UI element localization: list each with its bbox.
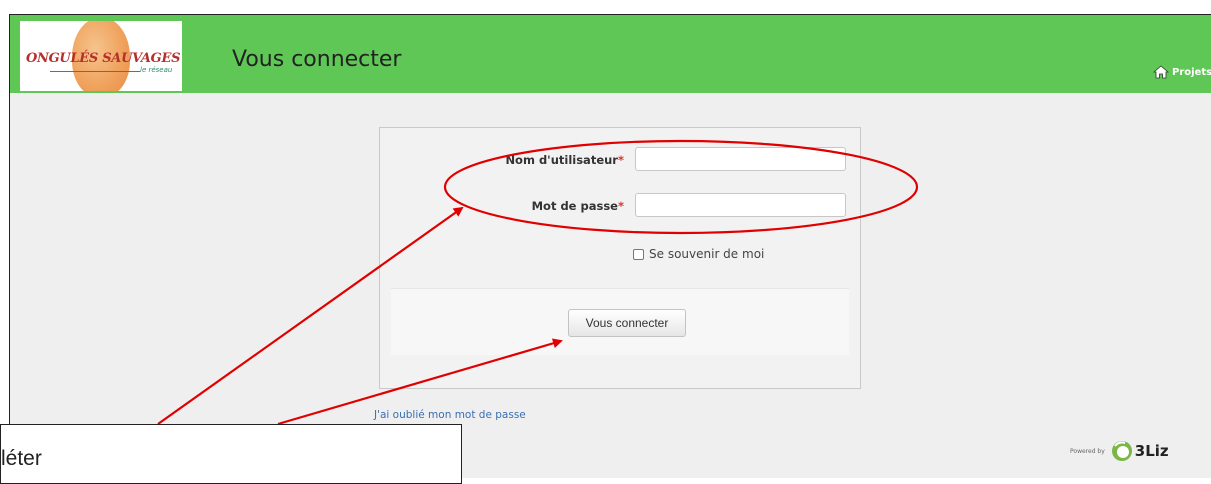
- app-header: ONGULÉS SAUVAGES le réseau Vous connecte…: [10, 15, 1211, 93]
- liz-logo-icon: [1111, 441, 1132, 461]
- browser-viewport: ONGULÉS SAUVAGES le réseau Vous connecte…: [9, 14, 1211, 478]
- projects-link-label: Projets: [1172, 66, 1211, 78]
- remember-me-checkbox[interactable]: [633, 248, 644, 260]
- logo-title: ONGULÉS SAUVAGES: [26, 51, 181, 66]
- projects-link[interactable]: Projets: [1153, 65, 1211, 79]
- liz-brand-name: 3Liz: [1134, 442, 1169, 460]
- login-button[interactable]: Vous connecter: [568, 309, 686, 337]
- required-mark: *: [617, 199, 624, 213]
- powered-by-label: Powered by: [1070, 447, 1105, 455]
- forgot-password-link[interactable]: J'ai oublié mon mot de passe: [374, 409, 526, 421]
- password-label: Mot de passe*: [531, 199, 624, 213]
- required-mark: *: [617, 153, 624, 167]
- remember-me-label: Se souvenir de moi: [649, 247, 765, 261]
- callout-text: léter: [1, 447, 42, 470]
- powered-by-3liz[interactable]: Powered by 3Liz: [1070, 440, 1169, 462]
- instruction-callout: léter: [0, 424, 462, 484]
- logo-subtitle: le réseau: [140, 66, 173, 74]
- password-row: Mot de passe*: [380, 193, 860, 219]
- username-input[interactable]: [635, 147, 846, 171]
- ongules-sauvages-logo[interactable]: ONGULÉS SAUVAGES le réseau: [20, 21, 182, 91]
- home-icon: [1153, 65, 1169, 79]
- form-actions: Vous connecter: [391, 288, 849, 355]
- password-input[interactable]: [635, 193, 846, 217]
- liz-brand: 3Liz: [1111, 440, 1169, 462]
- logo-underline: [50, 71, 140, 72]
- login-panel: Nom d'utilisateur* Mot de passe* Se souv…: [379, 127, 861, 389]
- username-row: Nom d'utilisateur*: [380, 147, 860, 173]
- page-title: Vous connecter: [232, 47, 402, 72]
- remember-me[interactable]: Se souvenir de moi: [633, 247, 764, 261]
- username-label: Nom d'utilisateur*: [505, 153, 624, 167]
